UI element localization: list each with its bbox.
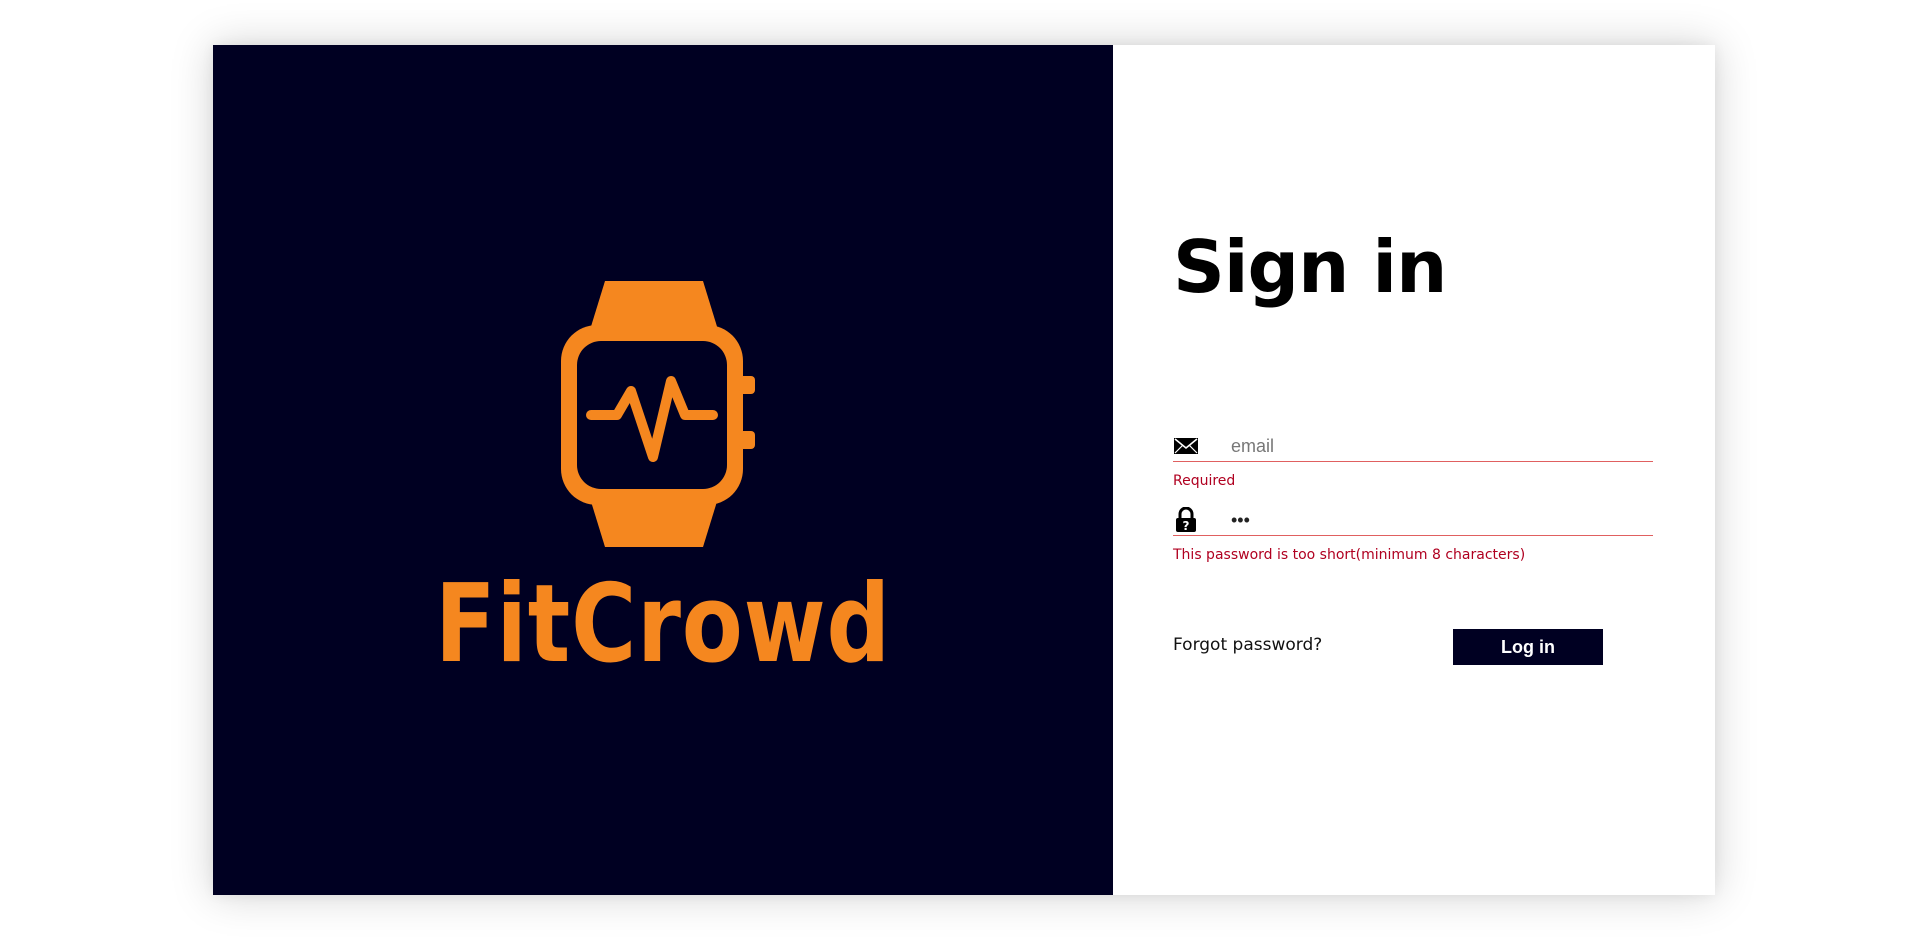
svg-text:?: ? <box>1183 519 1190 533</box>
envelope-icon <box>1174 438 1198 454</box>
brand-panel: FitCrowd <box>213 45 1113 895</box>
email-input[interactable] <box>1231 435 1641 457</box>
password-field-row: ? <box>1173 505 1653 536</box>
password-error-text: This password is too short(minimum 8 cha… <box>1173 547 1526 563</box>
brand-name: FitCrowd <box>435 562 891 685</box>
password-input[interactable] <box>1231 509 1641 531</box>
email-error-text: Required <box>1173 473 1236 489</box>
forgot-password-link[interactable]: Forgot password? <box>1173 635 1322 655</box>
padlock-icon: ? <box>1176 507 1196 533</box>
brand-wordmark: FitCrowd <box>435 562 891 685</box>
sign-in-panel: Sign in Required ? This password is too … <box>1113 45 1715 895</box>
smartwatch-heartbeat-icon <box>561 281 755 547</box>
login-button[interactable]: Log in <box>1453 629 1603 665</box>
email-field-row <box>1173 431 1653 462</box>
page-title: Sign in <box>1173 225 1447 309</box>
login-card: FitCrowd Sign in Required ? This passwor… <box>213 45 1715 895</box>
